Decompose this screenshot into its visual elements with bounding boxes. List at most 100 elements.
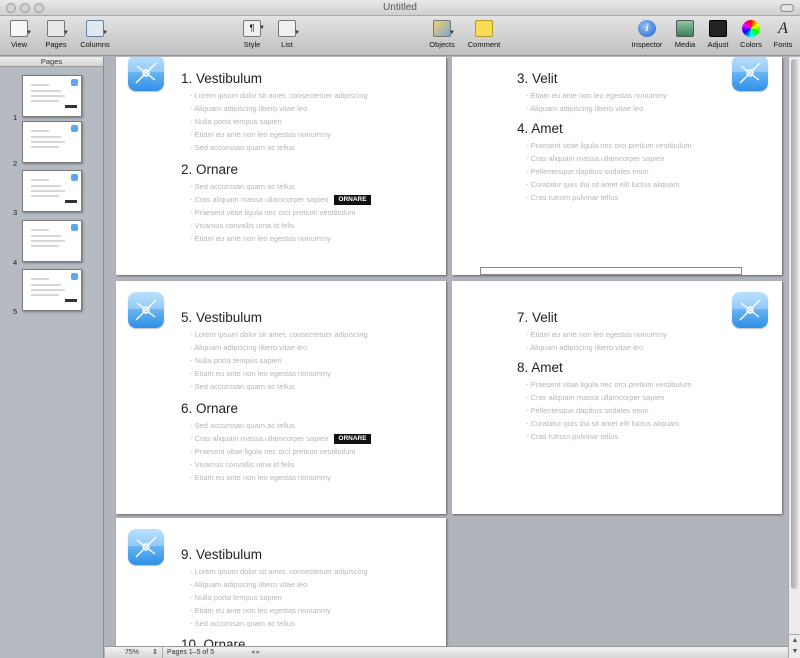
ornare-badge: ORNARE — [334, 434, 371, 445]
list-item: - Aliquam adipiscing libero vitae leo — [190, 578, 446, 591]
list-item-text: Cras aliquam massa ullamcorper sapien — [194, 434, 329, 443]
page-thumbnail[interactable] — [22, 220, 82, 262]
list-item: - Cras aliquam massa ullamcorper sapien O… — [190, 432, 446, 445]
text-box-frame[interactable] — [480, 267, 742, 275]
list-item-text: Vivamus convallis urna id felis — [194, 460, 295, 469]
section: 5. Vestibulum - Lorem ipsum dolor sit ame… — [181, 308, 446, 393]
colors-label: Colors — [740, 40, 762, 49]
objects-icon: ▼ — [433, 20, 455, 37]
app-icon — [128, 529, 164, 565]
list-item-text: Praesent vitae ligula nec orci pretium v… — [194, 208, 356, 217]
list-item: - Praesent vitae ligula nec orci pretium… — [526, 139, 782, 152]
list-item: - Lorem ipsum dolor sit amet, consectetu… — [190, 89, 446, 102]
list-item: - Nulla porta tempus sapien — [190, 354, 446, 367]
fonts-button[interactable]: A Fonts — [770, 20, 796, 56]
list-item: - Cras aliquam massa ullamcorper sapien O… — [190, 193, 446, 206]
list-item-text: Etiam eu ante non leo egestas nonummy — [194, 130, 331, 139]
list-item: - Sed accumsan quam ac tellus — [190, 141, 446, 154]
document-page[interactable]: 5. Vestibulum - Lorem ipsum dolor sit ame… — [116, 281, 446, 514]
section-heading: 10. Ornare — [181, 637, 246, 646]
thumb-text-line — [31, 130, 49, 132]
fonts-label: Fonts — [773, 40, 793, 49]
list-item: - Praesent vitae ligula nec orci pretium… — [190, 445, 446, 458]
view-button[interactable]: ▼ View — [6, 20, 32, 56]
toolbar: ▼ View ▼ Pages ▼ Columns ¶ ▼ Style ▼ List… — [0, 16, 800, 56]
section-heading: 1. Vestibulum — [181, 71, 263, 86]
list-item: - Nulla porta tempus sapien — [190, 115, 446, 128]
list-button[interactable]: ▼ List — [276, 20, 300, 56]
scroll-thumb[interactable] — [791, 59, 798, 589]
thumb-text-line — [31, 185, 61, 187]
list-item-text: Vivamus convallis urna id felis — [194, 221, 295, 230]
list-item-text: Cras rutrum pulvinar tellus — [530, 432, 619, 441]
list-item-text: Etiam eu ante non leo egestas nonummy — [530, 91, 667, 100]
style-label: Style — [243, 40, 261, 49]
page-thumbnail[interactable] — [22, 269, 82, 311]
thumb-text-line — [31, 294, 59, 296]
previous-page-arrow[interactable]: ◂ — [251, 649, 255, 656]
section: 10. Ornare — [181, 635, 446, 646]
list-item-text: Cras aliquam massa ullamcorper sapien — [530, 393, 665, 402]
list-item: - Aliquam adipiscing libero vitae leo — [526, 341, 782, 354]
list-item: - Praesent vitae ligula nec orci pretium… — [526, 378, 782, 391]
inspector-label: Inspector — [631, 40, 663, 49]
list-item-text: Nulla porta tempus sapien — [194, 356, 282, 365]
comment-label: Comment — [467, 40, 501, 49]
scroll-arrows[interactable]: ▲ ▼ — [789, 634, 800, 658]
list-item: - Curabitur quis dui sit amet elit luctu… — [526, 417, 782, 430]
status-bar: 75% ⇕ Pages 1–5 of 5 ◂ ▸ — [105, 646, 788, 658]
colors-button[interactable]: Colors — [736, 20, 766, 56]
comment-button[interactable]: Comment — [463, 20, 505, 56]
thumbnail-number: 1 — [13, 113, 18, 122]
thumb-app-icon — [71, 79, 78, 86]
thumb-text-line — [31, 90, 61, 92]
zoom-select[interactable]: 75% ⇕ — [119, 647, 163, 658]
document-page[interactable]: 3. Velit - Etiam eu ante non leo egestas … — [452, 57, 782, 275]
columns-button[interactable]: ▼ Columns — [76, 20, 114, 56]
document-canvas[interactable]: 1. Vestibulum - Lorem ipsum dolor sit ame… — [105, 57, 788, 646]
title-bar: Untitled — [0, 0, 800, 16]
section-heading: 4. Amet — [517, 121, 563, 136]
page-thumbnail[interactable] — [22, 75, 82, 117]
list-item-text: Sed accumsan quam ac tellus — [194, 619, 295, 628]
section-heading: 7. Velit — [517, 310, 558, 325]
vertical-scrollbar[interactable]: ▲ ▼ — [788, 57, 800, 658]
list-item: - Vivamus convallis urna id felis — [190, 458, 446, 471]
list-item-text: Curabitur quis dui sit amet elit luctus … — [530, 419, 680, 428]
list-item-text: Cras aliquam massa ullamcorper sapien — [194, 195, 329, 204]
thumb-app-icon — [71, 174, 78, 181]
section: 7. Velit - Etiam eu ante non leo egestas … — [517, 308, 782, 354]
document-page[interactable]: 7. Velit - Etiam eu ante non leo egestas … — [452, 281, 782, 514]
media-button[interactable]: Media — [670, 20, 700, 56]
scroll-down-arrow[interactable]: ▼ — [789, 646, 800, 657]
list-item: - Etiam eu ante non leo egestas nonummy — [190, 367, 446, 380]
document-page[interactable]: 9. Vestibulum - Lorem ipsum dolor sit ame… — [116, 518, 446, 646]
list-item: - Etiam eu ante non leo egestas nonummy — [190, 604, 446, 617]
list-item-text: Aliquam adipiscing libero vitae leo — [194, 104, 308, 113]
adjust-button[interactable]: Adjust — [704, 20, 732, 56]
scroll-up-arrow[interactable]: ▲ — [789, 635, 800, 646]
objects-button[interactable]: ▼ Objects — [426, 20, 458, 56]
view-icon: ▼ — [10, 20, 32, 37]
list-item: - Etiam eu ante non leo egestas nonummy — [526, 89, 782, 102]
thumb-text-line — [31, 240, 65, 242]
page-navigation[interactable]: ◂ ▸ — [251, 647, 260, 658]
list-item-text: Lorem ipsum dolor sit amet, consectetuer… — [194, 567, 368, 576]
list-item: - Sed accumsan quam ac tellus — [190, 617, 446, 630]
pages-icon: ▼ — [47, 20, 69, 37]
toolbar-toggle-button[interactable] — [780, 4, 794, 12]
list-item: - Etiam eu ante non leo egestas nonummy — [526, 328, 782, 341]
bullet-list: - Etiam eu ante non leo egestas nonummy -… — [526, 89, 782, 115]
list-item-text: Cras rutrum pulvinar tellus — [530, 193, 619, 202]
page-thumbnail[interactable] — [22, 121, 82, 163]
thumb-badge — [65, 200, 77, 203]
style-button[interactable]: ¶ ▼ Style — [241, 20, 265, 56]
pages-button[interactable]: ▼ Pages — [41, 20, 71, 56]
inspector-button[interactable]: i Inspector — [628, 20, 666, 56]
thumbnail-number: 3 — [13, 208, 18, 217]
document-page[interactable]: 1. Vestibulum - Lorem ipsum dolor sit ame… — [116, 57, 446, 275]
thumb-app-icon — [71, 224, 78, 231]
page-thumbnail[interactable] — [22, 170, 82, 212]
list-item-text: Etiam eu ante non leo egestas nonummy — [194, 473, 331, 482]
next-page-arrow[interactable]: ▸ — [256, 649, 260, 656]
